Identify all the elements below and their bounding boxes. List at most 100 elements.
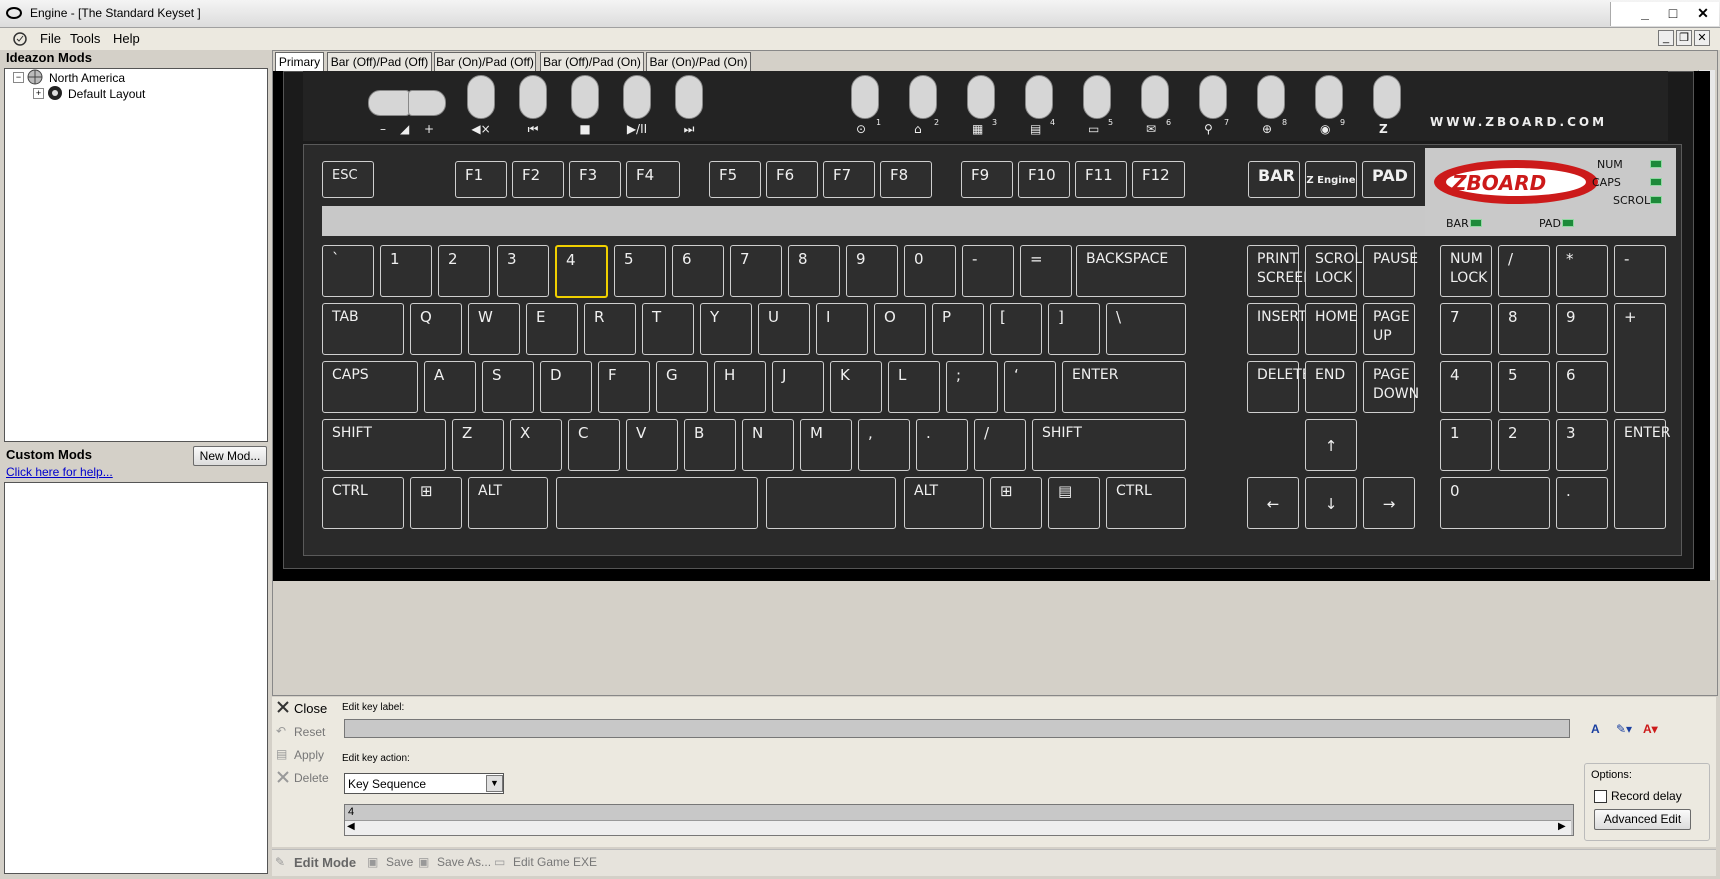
key-bar[interactable]: BAR bbox=[1248, 161, 1300, 198]
key-6[interactable]: 6 bbox=[672, 245, 724, 297]
key-4-selected[interactable]: 4 bbox=[555, 245, 608, 298]
save-as-button[interactable]: Save As... bbox=[437, 855, 491, 869]
key-numpad-3[interactable]: 3 bbox=[1556, 419, 1608, 471]
key-e[interactable]: E bbox=[526, 303, 578, 355]
key-space-right[interactable] bbox=[766, 477, 896, 529]
key-q[interactable]: Q bbox=[410, 303, 462, 355]
tab-primary[interactable]: Primary bbox=[275, 52, 324, 72]
key-f[interactable]: F bbox=[598, 361, 650, 413]
key-h[interactable]: H bbox=[714, 361, 766, 413]
key-t[interactable]: T bbox=[642, 303, 694, 355]
hotkey-4[interactable] bbox=[1025, 75, 1053, 119]
sequence-scrollbar[interactable] bbox=[345, 820, 1571, 835]
key-numpad-minus[interactable]: - bbox=[1614, 245, 1666, 297]
mdi-minimize-icon[interactable]: _ bbox=[1658, 30, 1674, 46]
key-z-engine[interactable]: Z Engine bbox=[1305, 161, 1357, 198]
key-backtick[interactable]: ` bbox=[322, 245, 374, 297]
key-numpad-8[interactable]: 8 bbox=[1498, 303, 1550, 355]
key-sequence-box[interactable]: 4 ◀ ▶ bbox=[344, 804, 1574, 836]
key-shift-left[interactable]: SHIFT bbox=[322, 419, 446, 471]
key-k[interactable]: K bbox=[830, 361, 882, 413]
font-style-icon[interactable]: A bbox=[1591, 722, 1607, 738]
key-y[interactable]: Y bbox=[700, 303, 752, 355]
key-x[interactable]: X bbox=[510, 419, 562, 471]
key-quote[interactable]: ‘ bbox=[1004, 361, 1056, 413]
key-numpad-multiply[interactable]: * bbox=[1556, 245, 1608, 297]
prev-track-key[interactable] bbox=[519, 75, 547, 119]
key-n[interactable]: N bbox=[742, 419, 794, 471]
key-esc[interactable]: ESC bbox=[322, 161, 374, 198]
key-i[interactable]: I bbox=[816, 303, 868, 355]
key-semicolon[interactable]: ; bbox=[946, 361, 998, 413]
scroll-right-icon[interactable]: ▶ bbox=[1558, 821, 1566, 832]
font-color-icon[interactable]: A▾ bbox=[1643, 722, 1665, 738]
key-end[interactable]: END bbox=[1305, 361, 1357, 413]
key-ctrl-right[interactable]: CTRL bbox=[1106, 477, 1186, 529]
windows-right-icon[interactable]: ⊞ bbox=[990, 477, 1042, 529]
key-numpad-4[interactable]: 4 bbox=[1440, 361, 1492, 413]
key-f7[interactable]: F7 bbox=[823, 161, 875, 198]
key-f12[interactable]: F12 bbox=[1132, 161, 1185, 198]
key-space-left[interactable] bbox=[556, 477, 758, 529]
key-v[interactable]: V bbox=[626, 419, 678, 471]
expand-icon[interactable]: + bbox=[33, 88, 44, 99]
key-enter[interactable]: ENTER bbox=[1062, 361, 1186, 413]
edit-game-exe-button[interactable]: Edit Game EXE bbox=[513, 855, 597, 869]
context-menu-icon[interactable]: ▤ bbox=[1048, 477, 1100, 529]
key-page-up[interactable]: PAGE UP bbox=[1363, 303, 1415, 355]
key-numpad-enter[interactable]: ENTER bbox=[1614, 419, 1670, 529]
key-9[interactable]: 9 bbox=[846, 245, 898, 297]
key-pad[interactable]: PAD bbox=[1362, 161, 1415, 198]
tab-bar-off-pad-off[interactable]: Bar (Off)/Pad (Off) bbox=[327, 52, 432, 72]
hotkey-9[interactable] bbox=[1315, 75, 1343, 119]
key-c[interactable]: C bbox=[568, 419, 620, 471]
key-1[interactable]: 1 bbox=[380, 245, 432, 297]
key-page-down[interactable]: PAGE DOWN bbox=[1363, 361, 1419, 413]
key-num-lock[interactable]: NUM LOCK bbox=[1440, 245, 1492, 297]
key-f8[interactable]: F8 bbox=[880, 161, 932, 198]
hotkey-7[interactable] bbox=[1199, 75, 1227, 119]
key-f10[interactable]: F10 bbox=[1018, 161, 1070, 198]
key-numpad-2[interactable]: 2 bbox=[1498, 419, 1550, 471]
key-f2[interactable]: F2 bbox=[512, 161, 564, 198]
ideazon-mods-tree[interactable]: − North America + Default Layout bbox=[4, 68, 268, 442]
key-r[interactable]: R bbox=[584, 303, 636, 355]
arrow-down-icon[interactable]: ↓ bbox=[1305, 477, 1357, 529]
tree-item-north-america[interactable]: North America bbox=[49, 71, 125, 85]
tree-item-default-layout[interactable]: Default Layout bbox=[68, 87, 145, 101]
key-numpad-6[interactable]: 6 bbox=[1556, 361, 1608, 413]
key-w[interactable]: W bbox=[468, 303, 520, 355]
key-2[interactable]: 2 bbox=[438, 245, 490, 297]
key-left-bracket[interactable]: [ bbox=[990, 303, 1042, 355]
record-delay-checkbox[interactable] bbox=[1594, 790, 1607, 803]
key-scroll-lock[interactable]: SCROLL LOCK bbox=[1305, 245, 1370, 297]
key-home[interactable]: HOME bbox=[1305, 303, 1357, 355]
key-backspace[interactable]: BACKSPACE bbox=[1076, 245, 1186, 297]
menu-help[interactable]: Help bbox=[113, 31, 140, 46]
key-f3[interactable]: F3 bbox=[569, 161, 621, 198]
edit-mode-toggle[interactable]: Edit Mode bbox=[294, 855, 356, 870]
key-f4[interactable]: F4 bbox=[626, 161, 680, 198]
arrow-right-icon[interactable]: → bbox=[1363, 477, 1415, 529]
key-slash[interactable]: / bbox=[974, 419, 1026, 471]
minimize-icon[interactable]: _ bbox=[1636, 4, 1654, 22]
menu-tools[interactable]: Tools bbox=[70, 31, 100, 46]
save-button[interactable]: Save bbox=[386, 855, 413, 869]
apply-button[interactable]: Apply bbox=[294, 748, 324, 762]
key-z[interactable]: Z bbox=[452, 419, 504, 471]
key-numpad-7[interactable]: 7 bbox=[1440, 303, 1492, 355]
menu-file[interactable]: File bbox=[40, 31, 61, 46]
hotkey-1[interactable] bbox=[851, 75, 879, 119]
key-o[interactable]: O bbox=[874, 303, 926, 355]
key-g[interactable]: G bbox=[656, 361, 708, 413]
close-icon[interactable]: ✕ bbox=[1694, 4, 1712, 22]
app-menu-icon[interactable] bbox=[12, 30, 28, 46]
mute-key[interactable] bbox=[467, 75, 495, 119]
next-track-key[interactable] bbox=[675, 75, 703, 119]
arrow-up-icon[interactable]: ↑ bbox=[1305, 419, 1357, 471]
volume-up-key[interactable] bbox=[408, 90, 446, 116]
key-alt-right[interactable]: ALT bbox=[904, 477, 984, 529]
key-numpad-9[interactable]: 9 bbox=[1556, 303, 1608, 355]
key-f5[interactable]: F5 bbox=[709, 161, 761, 198]
key-b[interactable]: B bbox=[684, 419, 736, 471]
